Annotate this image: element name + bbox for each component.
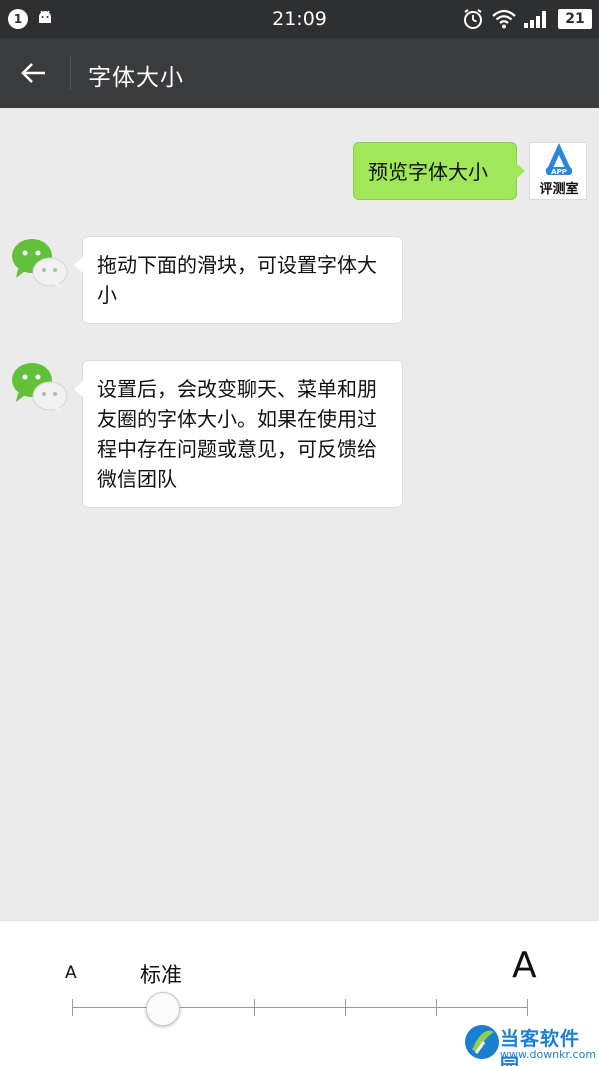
logo-label: 评测室 [539,181,578,197]
current-font-size-label: 标准 [140,963,182,987]
slider-tick[interactable] [345,999,346,1016]
status-bar: 1 21:09 21 [0,0,599,38]
message-bubble-outgoing: 预览字体大小 [353,142,525,200]
small-font-label: A [65,963,77,983]
slider-tick[interactable] [527,999,528,1016]
message-bubble-incoming: 拖动下面的滑块，可设置字体大小 [74,236,403,324]
alarm-icon [464,9,482,29]
slider-tick[interactable] [72,999,73,1016]
title-divider [70,56,71,90]
slider-track[interactable] [72,1007,527,1008]
message-bubble-incoming: 设置后，会改变聊天、菜单和朋友圈的字体大小。如果在使用过程中存在问题或意见，可反… [74,360,403,508]
wechat-avatar-icon[interactable] [10,360,68,418]
wifi-icon [492,9,516,29]
slider-tick[interactable] [436,999,437,1016]
back-arrow-icon [21,63,45,83]
title-bar: 字体大小 [0,38,599,108]
watermark-url: www.downkr.com [500,1048,597,1061]
signal-icon [524,11,546,28]
message-text: 预览字体大小 [368,160,488,184]
chat-preview-area: 预览字体大小 APP 评测室 拖动下面的滑块，可设置字体大小 设置后，会改变聊天… [0,108,599,920]
avatar[interactable]: APP 评测室 [529,142,587,200]
message-text: 拖动下面的滑块，可设置字体大小 [97,253,377,307]
wechat-avatar-icon[interactable] [10,236,68,294]
app-review-logo-icon: APP 评测室 [539,142,579,197]
slider-knob[interactable] [146,992,180,1026]
page-title: 字体大小 [88,65,184,91]
battery-icon: 21 [558,9,592,29]
message-text: 设置后，会改变聊天、菜单和朋友圈的字体大小。如果在使用过程中存在问题或意见，可反… [97,377,377,491]
back-button[interactable] [12,52,56,94]
logo-letters: APP [551,168,567,176]
slider-tick[interactable] [254,999,255,1016]
large-font-label: A [512,945,537,986]
font-size-slider[interactable] [72,992,528,1026]
